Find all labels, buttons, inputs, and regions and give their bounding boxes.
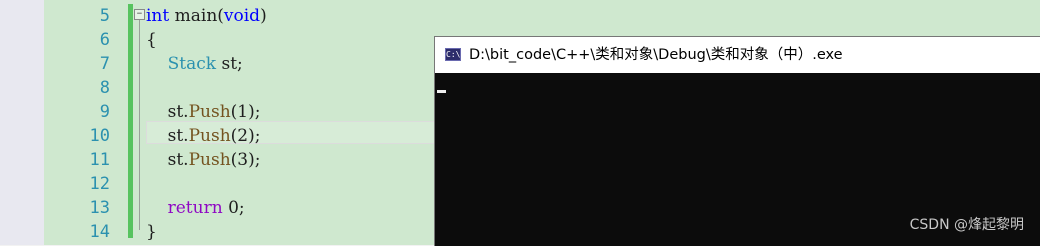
- code-line[interactable]: st.Push(2);: [146, 124, 261, 148]
- code-token: }: [146, 222, 157, 242]
- collapse-icon[interactable]: −: [134, 9, 145, 20]
- code-line[interactable]: int main(void): [146, 4, 267, 28]
- editor-margin: [0, 0, 45, 245]
- code-token: (3);: [230, 150, 261, 170]
- line-number: 8: [99, 78, 110, 98]
- code-line[interactable]: Stack st;: [146, 52, 243, 76]
- line-number: 6: [99, 30, 110, 50]
- code-token: void: [223, 6, 261, 26]
- console-app-icon: C:\: [445, 48, 461, 61]
- code-token: int: [146, 6, 170, 26]
- change-tracking-bar: [128, 4, 133, 238]
- line-number: 7: [99, 54, 110, 74]
- code-line[interactable]: return 0;: [146, 196, 245, 220]
- watermark: CSDN @烽起黎明: [909, 217, 1024, 233]
- line-number: 14: [89, 222, 110, 242]
- code-token: {: [146, 30, 157, 50]
- console-window-title: D:\bit_code\C++\类和对象\Debug\类和对象（中）.exe: [469, 47, 843, 63]
- console-cursor: [437, 90, 446, 93]
- code-token: st.: [146, 150, 189, 170]
- console-title-bar[interactable]: C:\ D:\bit_code\C++\类和对象\Debug\类和对象（中）.e…: [435, 37, 1040, 73]
- line-number: 13: [89, 198, 110, 218]
- line-number: 5: [99, 6, 110, 26]
- line-number: 12: [89, 174, 110, 194]
- line-number: 9: [99, 102, 110, 122]
- line-number: 10: [89, 126, 110, 146]
- code-token: Stack: [167, 54, 217, 74]
- code-line[interactable]: }: [146, 220, 157, 244]
- code-line[interactable]: st.Push(3);: [146, 148, 261, 172]
- code-token: Push: [188, 102, 231, 122]
- code-token: st.: [146, 126, 189, 146]
- code-line[interactable]: st.Push(1);: [146, 100, 261, 124]
- code-token: return: [167, 198, 223, 218]
- code-token: main(: [169, 6, 224, 26]
- code-token: st;: [216, 54, 243, 74]
- code-token: Push: [188, 150, 231, 170]
- code-token: Push: [188, 126, 231, 146]
- code-token: (2);: [230, 126, 261, 146]
- line-number: 11: [89, 150, 110, 170]
- code-token: st.: [146, 102, 189, 122]
- code-token: 0;: [222, 198, 245, 218]
- code-line[interactable]: {: [146, 28, 157, 52]
- fold-guide-line: [139, 20, 140, 230]
- code-token: (1);: [230, 102, 261, 122]
- code-token: ): [260, 6, 267, 26]
